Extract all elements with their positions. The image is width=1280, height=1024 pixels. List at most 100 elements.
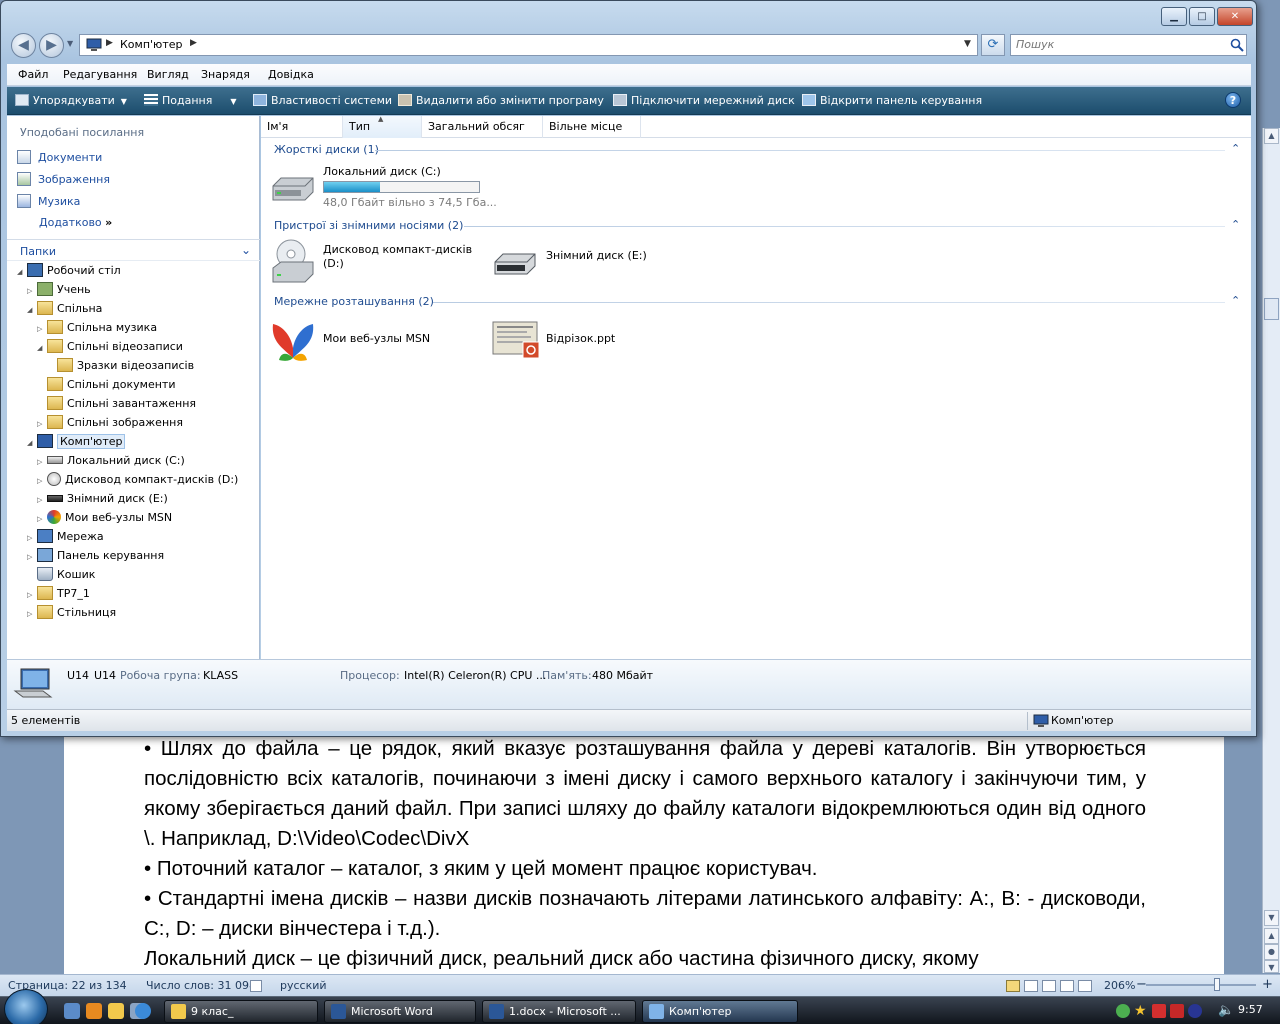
word-document-page[interactable]: • Шлях до файла – це рядок, який вказує … bbox=[64, 730, 1224, 975]
task-folder-9-klas[interactable]: 9 клас_ bbox=[164, 1000, 318, 1023]
minimize-button[interactable]: ▁ bbox=[1161, 7, 1187, 26]
search-icon[interactable] bbox=[1229, 37, 1245, 53]
tree-sample-videos[interactable]: Зразки відеозаписів bbox=[57, 357, 194, 375]
tree-collapsed-icon[interactable]: ▷ bbox=[37, 472, 47, 490]
tree-collapsed-icon[interactable]: ▷ bbox=[27, 586, 37, 604]
tree-public-documents[interactable]: Спільні документи bbox=[47, 376, 176, 394]
folders-header[interactable]: Папки ⌄ bbox=[7, 239, 260, 261]
scroll-thumb[interactable] bbox=[1264, 298, 1279, 320]
close-button[interactable]: ✕ bbox=[1217, 7, 1253, 26]
start-button-windows-icon[interactable] bbox=[4, 989, 48, 1024]
draft-icon[interactable] bbox=[1078, 980, 1092, 992]
star-tray-icon[interactable]: ★ bbox=[1134, 1003, 1147, 1019]
tree-expanded-icon[interactable]: ◢ bbox=[27, 301, 37, 319]
refresh-button[interactable]: ⟳ bbox=[981, 34, 1005, 56]
system-properties-button[interactable]: Властивості системи bbox=[253, 92, 392, 110]
tree-expanded-icon[interactable]: ◢ bbox=[37, 339, 47, 357]
menu-file[interactable]: Файл bbox=[18, 68, 48, 81]
tree-disk-e[interactable]: ▷ Знімний диск (E:) bbox=[37, 490, 168, 508]
menu-edit[interactable]: Редагування bbox=[63, 68, 137, 81]
menu-view[interactable]: Вигляд bbox=[147, 68, 189, 81]
tree-collapsed-icon[interactable]: ▷ bbox=[37, 453, 47, 471]
back-button[interactable]: ◀ bbox=[11, 33, 36, 58]
column-name[interactable]: Ім'я bbox=[261, 116, 343, 138]
tree-public-videos[interactable]: ◢ Спільні відеозаписи bbox=[37, 338, 183, 356]
network-tray-icon[interactable] bbox=[1116, 1004, 1130, 1018]
ppt-file-item[interactable]: Відрізок.ppt bbox=[491, 318, 651, 360]
tree-collapsed-icon[interactable]: ▷ bbox=[37, 491, 47, 509]
proofing-icon[interactable] bbox=[250, 980, 262, 992]
tree-collapsed-icon[interactable]: ▷ bbox=[37, 320, 47, 338]
word-count[interactable]: Число слов: 31 098 bbox=[146, 979, 256, 992]
group-removable[interactable]: Пристрої зі знімними носіями (2) bbox=[274, 219, 463, 232]
tree-disk-c[interactable]: ▷ Локальний диск (C:) bbox=[37, 452, 185, 470]
tree-public-music[interactable]: ▷ Спільна музика bbox=[37, 319, 157, 337]
zoom-slider[interactable] bbox=[1146, 984, 1256, 986]
tree-collapsed-icon[interactable]: ▷ bbox=[37, 510, 47, 528]
drive-e-item[interactable]: Знімний диск (E:) bbox=[491, 244, 651, 284]
task-computer[interactable]: Комп'ютер bbox=[642, 1000, 798, 1023]
zoom-slider-thumb[interactable] bbox=[1214, 978, 1220, 991]
tree-tp7[interactable]: ▷ TP7_1 bbox=[27, 585, 90, 603]
zoom-in-button[interactable]: + bbox=[1262, 977, 1273, 992]
favorites-more-link[interactable]: Додатково » bbox=[39, 216, 112, 229]
uninstall-program-button[interactable]: Видалити або змінити програму bbox=[398, 92, 604, 110]
favorite-music[interactable]: Музика bbox=[17, 194, 80, 208]
recent-pages-dropdown-icon[interactable]: ▼ bbox=[67, 39, 73, 48]
tree-msn[interactable]: ▷ Мои веб-узлы MSN bbox=[37, 509, 172, 527]
outline-icon[interactable] bbox=[1060, 980, 1074, 992]
map-network-drive-button[interactable]: Підключити мережний диск bbox=[613, 92, 795, 110]
group-network[interactable]: Мережне розташування (2) bbox=[274, 295, 434, 308]
column-free-space[interactable]: Вільне місце bbox=[543, 116, 641, 138]
next-page-icon[interactable]: ▼ bbox=[1264, 960, 1279, 973]
tree-recycle-bin[interactable]: Кошик bbox=[37, 566, 95, 584]
collapse-group-icon[interactable]: ⌃ bbox=[1231, 142, 1240, 155]
zoom-level[interactable]: 206% bbox=[1104, 979, 1135, 992]
address-dropdown-icon[interactable]: ▼ bbox=[964, 39, 971, 49]
web-layout-icon[interactable] bbox=[1042, 980, 1056, 992]
tree-public-downloads[interactable]: Спільні завантаження bbox=[47, 395, 196, 413]
print-layout-icon[interactable] bbox=[1006, 980, 1020, 992]
drive-d-item[interactable]: Дисковод компакт-дисків (D:) bbox=[269, 238, 479, 288]
forward-button[interactable]: ▶ bbox=[39, 33, 64, 58]
organize-button[interactable]: Упорядкувати ▼ bbox=[15, 92, 127, 110]
help-icon[interactable]: ? bbox=[1225, 92, 1241, 108]
address-bar[interactable]: ▶ Комп'ютер ▶ ▼ bbox=[79, 34, 978, 56]
tree-expanded-icon[interactable]: ◢ bbox=[27, 434, 37, 452]
favorite-pictures[interactable]: Зображення bbox=[17, 172, 110, 186]
search-box[interactable] bbox=[1010, 34, 1247, 56]
scroll-down-icon[interactable]: ▼ bbox=[1264, 910, 1279, 926]
maximize-button[interactable]: □ bbox=[1189, 7, 1215, 26]
tree-collapsed-icon[interactable]: ▷ bbox=[37, 415, 47, 433]
tree-computer[interactable]: ◢ Комп'ютер bbox=[27, 433, 126, 452]
tree-public-pictures[interactable]: ▷ Спільні зображення bbox=[37, 414, 183, 432]
tree-public[interactable]: ◢ Спільна bbox=[27, 300, 102, 318]
tree-stilnytsia[interactable]: ▷ Стільниця bbox=[27, 604, 116, 622]
folder-icon[interactable] bbox=[108, 1003, 124, 1019]
favorite-documents[interactable]: Документи bbox=[17, 150, 102, 164]
tree-collapsed-icon[interactable]: ▷ bbox=[27, 548, 37, 566]
tree-user[interactable]: ▷ Учень bbox=[27, 281, 91, 299]
task-microsoft-word[interactable]: Microsoft Word bbox=[324, 1000, 476, 1023]
tree-expanded-icon[interactable]: ◢ bbox=[17, 263, 27, 281]
monitor-tray-icon[interactable] bbox=[1188, 1004, 1202, 1018]
task-word-document[interactable]: 1.docx - Microsoft ... bbox=[482, 1000, 636, 1023]
chevron-down-icon[interactable]: ⌄ bbox=[241, 243, 251, 257]
breadcrumb-arrow-icon[interactable]: ▶ bbox=[190, 38, 197, 48]
control-panel-button[interactable]: Відкрити панель керування bbox=[802, 92, 982, 110]
media-player-icon[interactable] bbox=[86, 1003, 102, 1019]
tree-collapsed-icon[interactable]: ▷ bbox=[27, 605, 37, 623]
tree-desktop[interactable]: ◢ Робочий стіл bbox=[17, 262, 121, 280]
word-vertical-scrollbar[interactable]: ▲ ▼ ▲ ● ▼ bbox=[1262, 128, 1280, 973]
show-desktop-icon[interactable] bbox=[64, 1003, 80, 1019]
breadcrumb-arrow-icon[interactable]: ▶ bbox=[106, 38, 113, 48]
volume-icon[interactable]: 🔈 bbox=[1218, 1003, 1234, 1018]
msn-item[interactable]: Мои веб-узлы MSN bbox=[269, 316, 449, 362]
views-button[interactable]: Подання ▼ bbox=[144, 92, 237, 110]
antivirus-tray-icon[interactable] bbox=[1152, 1004, 1166, 1018]
collapse-group-icon[interactable]: ⌃ bbox=[1231, 294, 1240, 307]
scroll-up-icon[interactable]: ▲ bbox=[1264, 128, 1279, 144]
breadcrumb-computer[interactable]: Комп'ютер bbox=[120, 38, 182, 51]
menu-tools[interactable]: Знарядя bbox=[201, 68, 250, 81]
tree-collapsed-icon[interactable]: ▷ bbox=[27, 282, 37, 300]
